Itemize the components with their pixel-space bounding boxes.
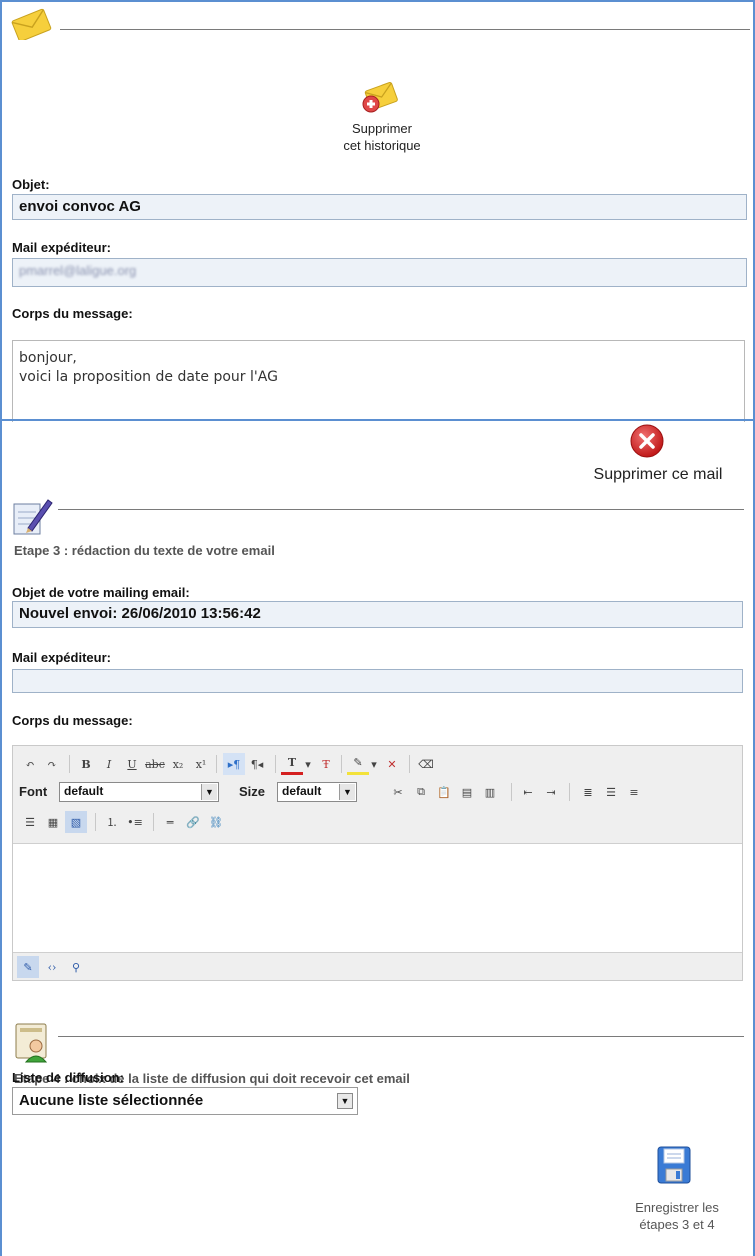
- insert-link-icon[interactable]: 🔗: [182, 811, 204, 833]
- strikethrough-icon[interactable]: abc: [144, 753, 166, 775]
- justify-icon[interactable]: ≣: [577, 781, 599, 803]
- text-color-icon[interactable]: T: [281, 753, 303, 775]
- toolbar-separator: [341, 755, 342, 773]
- step3-subject-field[interactable]: Nouvel envoi: 26/06/2010 13:56:42: [12, 601, 743, 628]
- notepad-pencil-icon: [13, 499, 53, 535]
- toolbar-separator: [511, 783, 512, 801]
- step3-subject-label: Objet de votre mailing email:: [12, 585, 190, 600]
- cut-icon[interactable]: ✂: [387, 781, 409, 803]
- align-center-icon[interactable]: ≡: [623, 781, 645, 803]
- outdent-icon[interactable]: ⇤: [517, 781, 539, 803]
- size-value: default: [282, 784, 322, 798]
- list-value: Aucune liste sélectionnée: [19, 1092, 204, 1109]
- editor-toolbar: ↶ ↷ B I U abc x₂ x¹ ▸¶ ¶◂ T ▾ Ŧ ✎ ▾ ✕ ⌫ …: [13, 746, 742, 844]
- rich-text-editor: ↶ ↷ B I U abc x₂ x¹ ▸¶ ¶◂ T ▾ Ŧ ✎ ▾ ✕ ⌫ …: [12, 745, 743, 981]
- body-textarea[interactable]: bonjour, voici la proposition de date po…: [12, 340, 745, 422]
- section-divider: [58, 1036, 744, 1037]
- sender-field[interactable]: pmarrel@laligue.org: [12, 258, 747, 287]
- section-divider: [58, 509, 744, 510]
- horizontal-rule-icon[interactable]: ═: [159, 811, 181, 833]
- envelope-icon: [11, 8, 52, 40]
- font-value: default: [64, 784, 104, 798]
- subject-field[interactable]: envoi convoc AG: [12, 194, 747, 220]
- body-line: voici la proposition de date pour l'AG: [19, 369, 278, 385]
- contact-list-icon: [15, 1023, 48, 1063]
- toolbar-separator: [409, 755, 410, 773]
- italic-icon[interactable]: I: [98, 753, 120, 775]
- bold-icon[interactable]: B: [75, 753, 97, 775]
- red-x-icon: [630, 424, 664, 458]
- underline-icon[interactable]: U: [121, 753, 143, 775]
- step3-sender-field[interactable]: [12, 669, 743, 693]
- remove-color-icon[interactable]: Ŧ: [315, 753, 337, 775]
- chevron-down-icon: ▼: [201, 784, 217, 800]
- font-select[interactable]: default ▼: [59, 782, 219, 802]
- remove-highlight-icon[interactable]: ✕: [381, 753, 403, 775]
- align-right-icon[interactable]: ☰: [19, 811, 41, 833]
- envelope-delete-icon: [362, 82, 398, 113]
- step3-body-label: Corps du message:: [12, 713, 133, 728]
- align-full-icon[interactable]: ▧: [65, 811, 87, 833]
- floppy-disk-icon: [657, 1146, 691, 1184]
- sender-label: Mail expéditeur:: [12, 240, 111, 255]
- chevron-down-icon: ▼: [339, 784, 355, 800]
- design-mode-icon[interactable]: ✎: [17, 956, 39, 978]
- list-label: Liste de diffusion:: [12, 1070, 124, 1085]
- html-mode-icon[interactable]: ‹›: [41, 956, 63, 978]
- save-steps-button[interactable]: Enregistrer les étapes 3 et 4: [612, 1145, 742, 1253]
- chevron-down-icon: ▼: [337, 1093, 353, 1109]
- section-divider: [60, 29, 750, 30]
- chevron-down-icon[interactable]: ▾: [303, 753, 313, 775]
- chevron-down-icon[interactable]: ▾: [369, 753, 379, 775]
- editor-footer: ✎ ‹› ⚲: [13, 952, 742, 980]
- save-label: Enregistrer les: [635, 1200, 719, 1215]
- copy-icon[interactable]: ⧉: [410, 781, 432, 803]
- font-label: Font: [19, 784, 48, 799]
- step3-sender-label: Mail expéditeur:: [12, 650, 111, 665]
- delete-history-button[interactable]: Supprimer cet historique: [342, 80, 422, 160]
- body-label: Corps du message:: [12, 306, 133, 321]
- align-left-icon[interactable]: ☰: [600, 781, 622, 803]
- superscript-icon[interactable]: x¹: [190, 753, 212, 775]
- toolbar-separator: [216, 755, 217, 773]
- toolbar-separator: [569, 783, 570, 801]
- list-select[interactable]: Aucune liste sélectionnée ▼: [12, 1087, 358, 1115]
- unlink-icon[interactable]: ⛓: [205, 811, 227, 833]
- save-label-2: étapes 3 et 4: [639, 1217, 715, 1232]
- ltr-icon[interactable]: ▸¶: [223, 753, 245, 775]
- align-justify-icon[interactable]: ▦: [42, 811, 64, 833]
- subject-label: Objet:: [12, 177, 50, 192]
- subscript-icon[interactable]: x₂: [167, 753, 189, 775]
- redo-icon[interactable]: ↷: [41, 753, 63, 775]
- preview-icon[interactable]: ⚲: [65, 956, 87, 978]
- paste-icon[interactable]: 📋: [433, 781, 455, 803]
- history-panel: Supprimer cet historique Objet: envoi co…: [0, 0, 755, 422]
- size-label: Size: [239, 784, 266, 799]
- eraser-icon[interactable]: ⌫: [415, 753, 437, 775]
- ordered-list-icon[interactable]: ⒈: [101, 811, 123, 833]
- toolbar-separator: [69, 755, 70, 773]
- delete-mail-button[interactable]: Supprimer ce mail: [565, 424, 745, 494]
- toolbar-separator: [275, 755, 276, 773]
- editor-content-area[interactable]: [13, 844, 742, 952]
- body-line: bonjour,: [19, 350, 77, 366]
- highlight-icon[interactable]: ✎: [347, 753, 369, 775]
- toolbar-separator: [153, 813, 154, 831]
- undo-icon[interactable]: ↶: [19, 753, 41, 775]
- delete-history-label: Supprimer: [352, 121, 412, 136]
- unordered-list-icon[interactable]: •≡: [124, 811, 146, 833]
- step3-title: Etape 3 : rédaction du texte de votre em…: [14, 543, 275, 558]
- sender-value: pmarrel@laligue.org: [19, 263, 137, 278]
- delete-history-label-2: cet historique: [343, 138, 421, 153]
- delete-mail-label: Supprimer ce mail: [593, 466, 723, 483]
- toolbar-separator: [95, 813, 96, 831]
- paste-text-icon[interactable]: ▤: [456, 781, 478, 803]
- rtl-icon[interactable]: ¶◂: [246, 753, 268, 775]
- paste-word-icon[interactable]: ▥: [479, 781, 501, 803]
- indent-icon[interactable]: ⇥: [540, 781, 562, 803]
- size-select[interactable]: default ▼: [277, 782, 357, 802]
